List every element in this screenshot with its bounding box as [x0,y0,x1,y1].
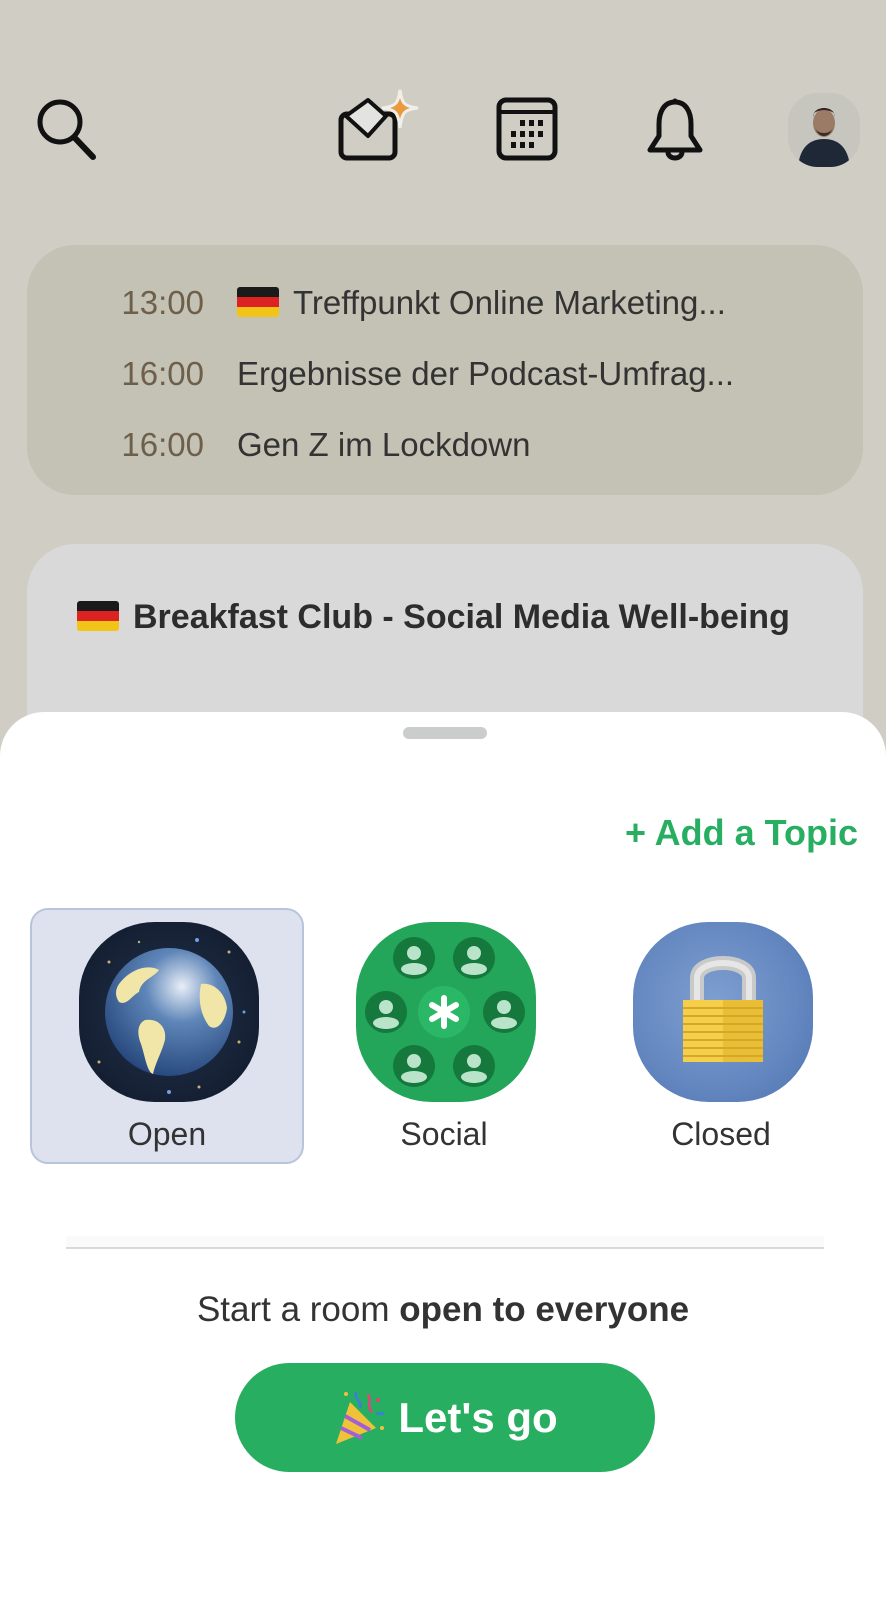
event-title: Ergebnisse der Podcast-Umfrag... [237,354,735,392]
party-popper-icon [332,1388,386,1448]
room-type-label: Social [400,1116,488,1152]
top-bar [0,0,886,220]
sheet-drag-handle[interactable] [403,727,487,739]
divider [66,1247,824,1249]
room-type-label: Open [127,1116,207,1152]
event-row[interactable]: 16:00 Ergebnisse der Podcast-Umfrag... [27,338,863,409]
event-time: 16:00 [121,354,204,392]
profile-avatar-button[interactable] [788,93,860,167]
room-type-description: Start a room open to everyone [196,1290,690,1329]
event-title: Gen Z im Lockdown [237,425,531,463]
room-type-selector: Open Social Closed [0,908,886,1164]
calendar-icon [496,97,558,161]
lets-go-label: Let's go [398,1393,558,1441]
germany-flag-icon [237,286,279,317]
room-type-label: Closed [671,1116,771,1152]
event-time: 16:00 [121,425,204,463]
lets-go-button[interactable]: Let's go [235,1363,655,1472]
room-type-open[interactable]: Open [30,908,304,1164]
search-button[interactable] [34,96,100,162]
room-title: Breakfast Club - Social Media Well-being [133,598,790,636]
social-group-icon [356,922,536,1102]
upcoming-events-panel: 13:00 Treffpunkt Online Marketing... 16:… [27,245,863,495]
event-title: Treffpunkt Online Marketing... [293,283,726,321]
user-avatar [788,93,860,167]
germany-flag-icon [77,601,119,631]
globe-icon [79,922,259,1102]
room-type-social[interactable]: Social [307,908,581,1164]
padlock-icon [633,922,813,1102]
start-room-sheet: + Add a Topic Open Social Closed Start a… [0,712,886,1600]
add-topic-button[interactable]: + Add a Topic [625,812,858,854]
room-type-closed[interactable]: Closed [584,908,858,1164]
bell-icon [647,98,703,161]
envelope-sparkle-icon [338,89,419,161]
invite-button[interactable] [338,86,422,162]
search-icon [37,99,96,160]
event-time: 13:00 [121,283,204,321]
calendar-button[interactable] [496,96,560,162]
event-row[interactable]: 13:00 Treffpunkt Online Marketing... [27,267,863,338]
notifications-button[interactable] [644,96,706,166]
event-row[interactable]: 16:00 Gen Z im Lockdown [27,409,863,480]
